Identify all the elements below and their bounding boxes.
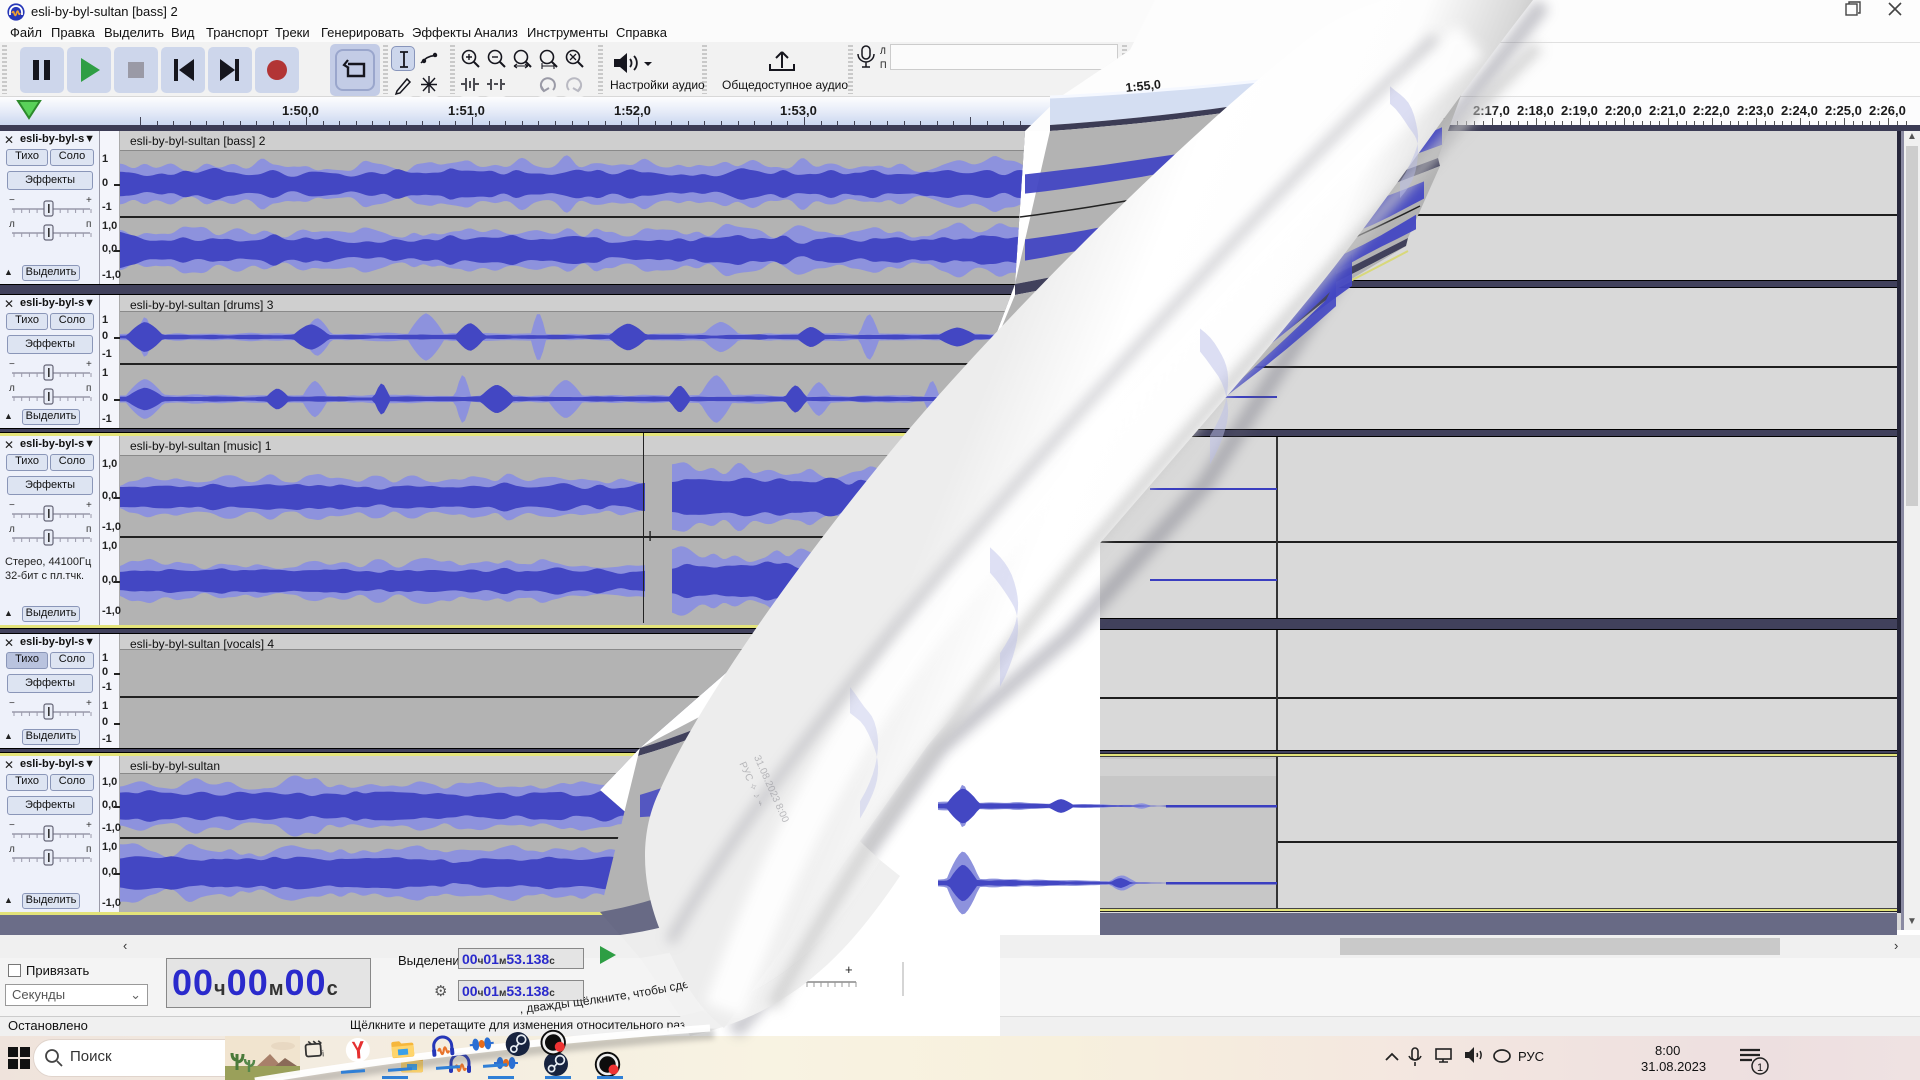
svg-text:i: i (322, 1048, 325, 1058)
